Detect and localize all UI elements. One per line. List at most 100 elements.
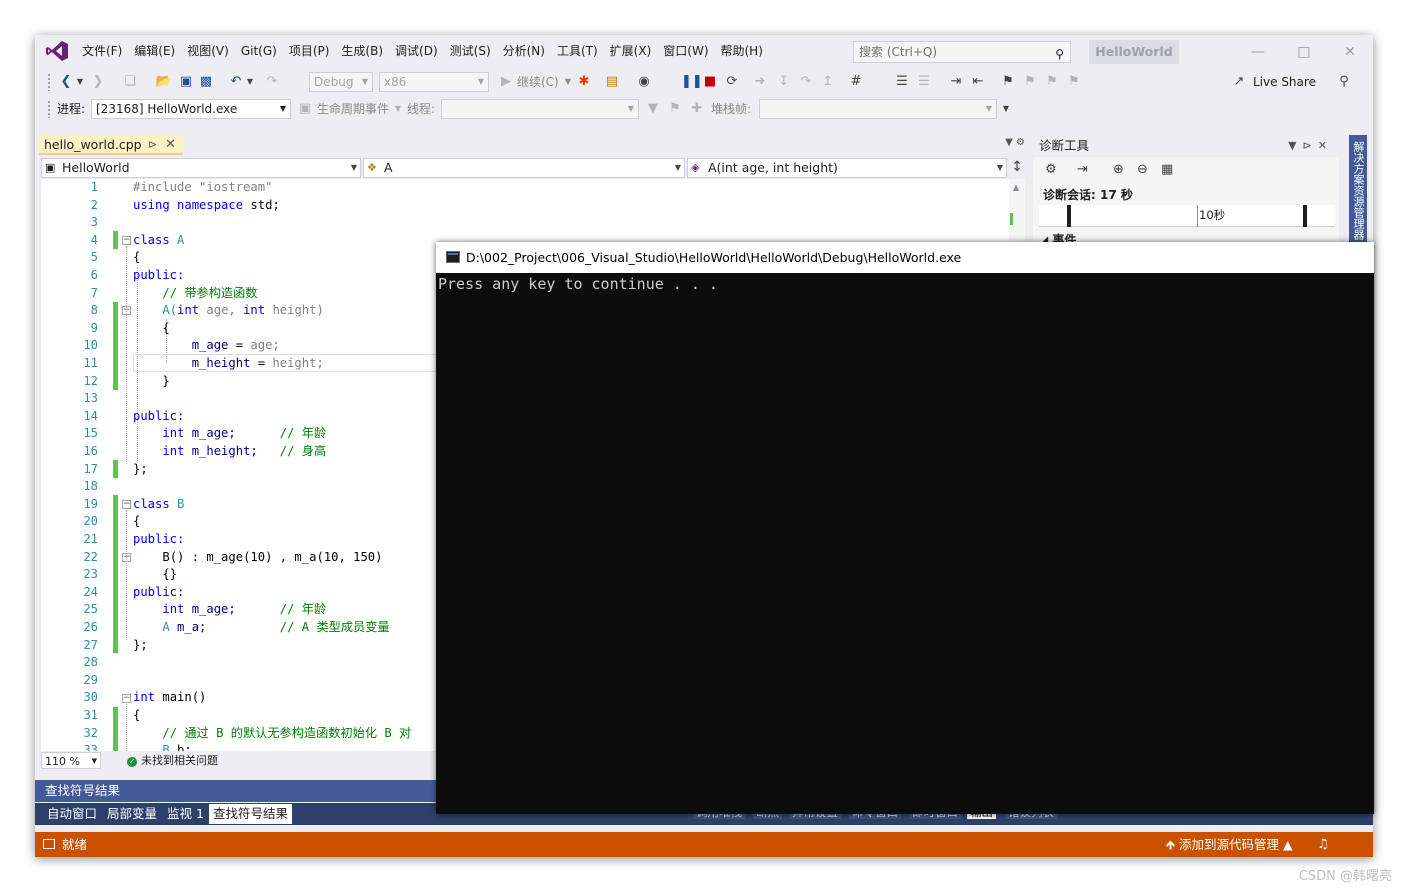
undo-dropdown-icon[interactable]: ▼ [245,72,255,92]
zoom-select[interactable]: 110 % ▼ [41,752,101,769]
continue-button[interactable]: 继续(C) [517,72,559,92]
menu-test[interactable]: 测试(S) [444,35,497,68]
menu-window[interactable]: 窗口(W) [657,35,714,68]
member-navigation-combo[interactable]: ◈ A(int age, int height) ▼ [687,158,1007,178]
live-share-button[interactable]: Live Share [1253,72,1316,92]
menu-tools[interactable]: 工具(T) [551,35,604,68]
comment-icon[interactable]: ☰ [893,72,911,92]
menu-project[interactable]: 项目(P) [283,35,336,68]
tab-watch-1[interactable]: 监视 1 [163,804,208,824]
pin-icon[interactable]: ⊳ [148,135,157,154]
indent-icon[interactable]: ⇥ [947,72,965,92]
outdent-icon[interactable]: ⇤ [969,72,987,92]
console-window[interactable]: D:\002_Project\006_Visual_Studio\HelloWo… [436,242,1374,814]
solution-explorer-tab[interactable]: 解决方案资源管理器 [1349,135,1367,245]
menu-view[interactable]: 视图(V) [181,35,235,68]
step-over-icon[interactable]: ↷ [797,72,815,92]
minimize-icon[interactable]: — [1243,41,1273,63]
console-title-bar[interactable]: D:\002_Project\006_Visual_Studio\HelloWo… [436,242,1374,273]
clear-bookmarks-icon[interactable]: ⚑ [1065,72,1083,92]
menu-analyze[interactable]: 分析(N) [497,35,551,68]
new-project-icon[interactable]: ❏ [121,72,139,92]
save-all-icon[interactable]: ▩ [197,72,215,92]
browse-icon[interactable]: ▤ [603,72,621,92]
document-tab[interactable]: hello_world.cpp ⊳ ✕ [39,135,183,155]
menu-git[interactable]: Git(G) [235,35,283,68]
keyword: int [162,602,185,617]
back-dropdown-icon[interactable]: ▼ [75,72,85,92]
screenshot-icon[interactable]: ◉ [635,72,653,92]
feedback-icon[interactable]: ⚲ [1335,72,1353,92]
filter-icon[interactable]: ▼ [645,99,661,119]
continue-dropdown-icon[interactable]: ▼ [563,72,573,92]
next-bookmark-icon[interactable]: ⚑ [1043,72,1061,92]
toolbar-grip[interactable] [47,73,51,91]
issues-indicator[interactable]: ✓ 未找到相关问题 [127,752,218,769]
redo-icon[interactable]: ↷ [263,72,281,92]
process-select[interactable]: [23168] HelloWorld.exe ▼ [91,99,291,119]
toolbar-grip[interactable] [47,100,51,118]
previous-bookmark-icon[interactable]: ⚑ [1021,72,1039,92]
step-into-icon[interactable]: ↧ [775,72,793,92]
scroll-up-icon[interactable]: ▲ [1013,183,1019,192]
tab-autos[interactable]: 自动窗口 [43,804,101,824]
zoom-out-icon[interactable]: ⊖ [1137,162,1148,177]
uncomment-icon[interactable]: ☰ [915,72,933,92]
hex-display-icon[interactable]: # [847,72,865,92]
undo-icon[interactable]: ↶ [227,72,245,92]
save-icon[interactable]: ▣ [177,72,195,92]
menu-help[interactable]: 帮助(H) [715,35,769,68]
restart-icon[interactable]: ⟳ [723,72,741,92]
panel-controls-icon[interactable]: ▼⊳✕ [1288,135,1333,157]
reset-view-icon[interactable]: ▦ [1161,162,1173,177]
export-icon[interactable]: ⇥ [1077,162,1088,177]
maximize-icon[interactable]: □ [1289,41,1319,63]
tab-find-symbol-results[interactable]: 查找符号结果 [209,804,293,824]
menu-build[interactable]: 生成(B) [335,35,389,68]
lifecycle-dropdown-icon[interactable]: ▼ [393,99,403,119]
timeline-start-handle[interactable] [1067,205,1071,227]
split-editor-icon[interactable]: ↕ [1008,158,1026,178]
zoom-in-icon[interactable]: ⊕ [1113,162,1124,177]
collapse-region-icon[interactable]: − [122,694,131,703]
collapse-region-icon[interactable]: − [122,236,131,245]
scope-navigation-combo[interactable]: ❖ A ▼ [363,158,685,178]
search-input[interactable]: 搜索 (Ctrl+Q) ⚲ [853,41,1071,63]
forward-icon[interactable]: ❯ [89,72,107,92]
menu-file[interactable]: 文件(F) [76,35,128,68]
show-next-statement-icon[interactable]: ➜ [751,72,769,92]
project-navigation-combo[interactable]: ▣ HelloWorld ▼ [41,158,361,178]
thread-select[interactable]: ▼ [441,99,639,119]
configuration-select[interactable]: Debug ▼ [309,72,373,92]
platform-select[interactable]: x86 ▼ [379,72,489,92]
flag-thread-icon[interactable]: ⚑ [667,99,683,119]
stack-frame-select[interactable]: ▼ [759,99,997,119]
tab-overflow-icon[interactable]: ▼ ⚙ [1005,137,1025,148]
collapse-region-icon[interactable]: − [122,500,131,509]
notifications-icon[interactable]: ♫ [1317,832,1329,857]
tab-locals[interactable]: 局部变量 [103,804,161,824]
bookmark-icon[interactable]: ⚑ [999,72,1017,92]
close-icon[interactable]: ✕ [1335,41,1365,63]
back-icon[interactable]: ❮ [57,72,75,92]
step-out-icon[interactable]: ↥ [819,72,837,92]
show-flagged-icon[interactable]: ✚ [689,99,705,119]
lifecycle-events-button[interactable]: 生命周期事件 [317,99,389,119]
diagnostic-timeline[interactable]: 10秒 [1039,205,1335,227]
menu-edit[interactable]: 编辑(E) [128,35,181,68]
open-folder-icon[interactable]: 📂 [155,72,173,92]
add-to-source-control-button[interactable]: 🡹 添加到源代码管理 ▲ [1166,832,1293,857]
toolbar-overflow-icon[interactable]: ▼ [1001,99,1011,119]
pause-icon[interactable]: ❚❚ [681,72,703,92]
debug-location-toolbar: 进程: [23168] HelloWorld.exe ▼ ▣ 生命周期事件 ▼ 线… [35,95,1373,123]
menu-extensions[interactable]: 扩展(X) [604,35,658,68]
check-icon: ✓ [127,757,137,767]
timeline-end-handle[interactable] [1303,205,1307,227]
member-variable: m_age; [184,426,236,441]
stop-icon[interactable]: ■ [703,72,717,92]
continue-play-icon[interactable]: ▶ [499,72,513,92]
menu-debug[interactable]: 调试(D) [389,35,444,68]
settings-icon[interactable]: ⚙ [1045,162,1057,177]
close-tab-icon[interactable]: ✕ [165,135,176,154]
hot-reload-icon[interactable]: ✱ [575,72,593,92]
